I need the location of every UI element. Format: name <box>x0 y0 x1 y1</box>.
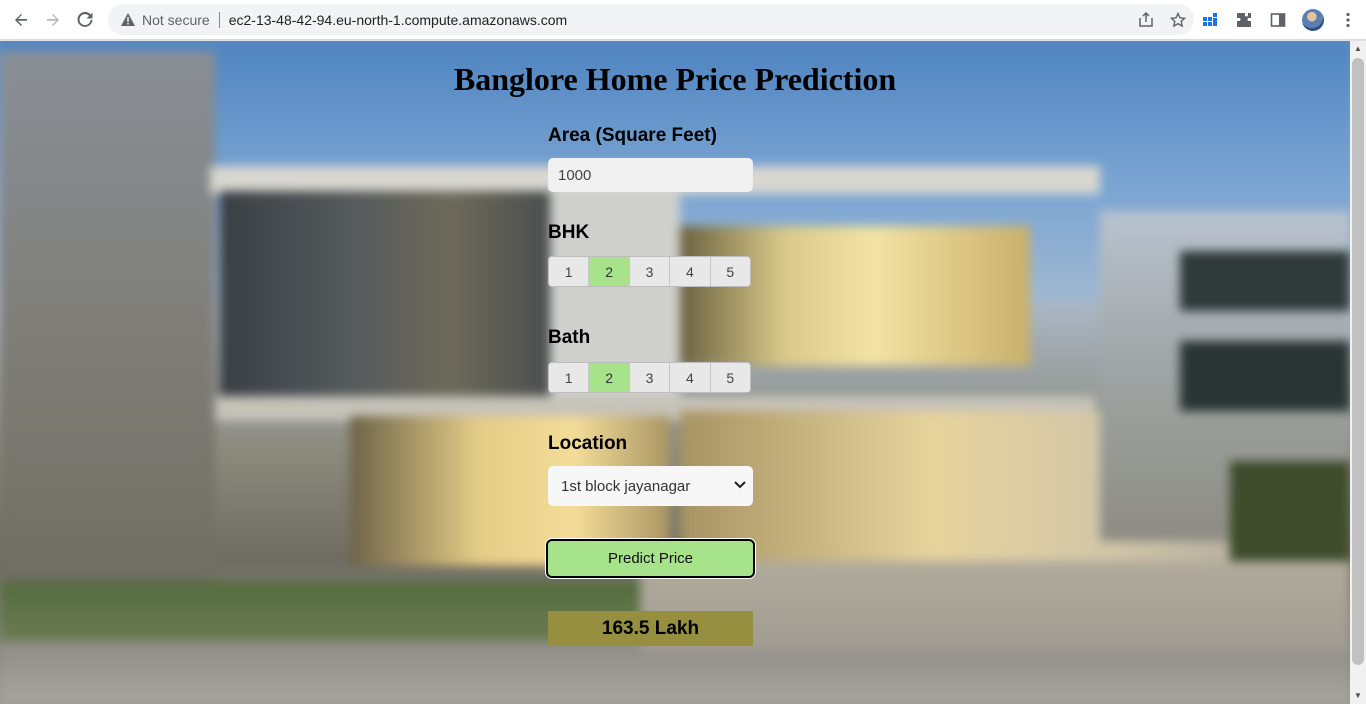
scroll-down-arrow-icon[interactable]: ▼ <box>1353 691 1363 701</box>
chevron-down-icon <box>733 478 747 492</box>
predict-price-button[interactable]: Predict Price <box>546 539 755 578</box>
bhk-selector: 1 2 3 4 5 <box>548 256 751 287</box>
scroll-up-arrow-icon[interactable]: ▲ <box>1353 44 1363 54</box>
warning-icon <box>120 12 136 28</box>
profile-avatar[interactable] <box>1302 8 1324 31</box>
vertical-scrollbar[interactable]: ▲ ▼ <box>1350 41 1366 704</box>
location-select[interactable]: 1st block jayanagar <box>548 466 753 506</box>
bhk-option-5[interactable]: 5 <box>710 257 750 286</box>
extension-grid-icon[interactable] <box>1200 10 1220 30</box>
bath-option-3[interactable]: 3 <box>629 363 671 392</box>
location-label: Location <box>548 433 628 454</box>
prediction-result: 163.5 Lakh <box>548 611 753 646</box>
share-icon[interactable] <box>1136 10 1156 30</box>
bookmark-star-icon[interactable] <box>1168 10 1188 30</box>
url-text[interactable]: ec2-13-48-42-94.eu-north-1.compute.amazo… <box>229 12 568 28</box>
bhk-option-3[interactable]: 3 <box>629 257 671 286</box>
page-title: Banglore Home Price Prediction <box>453 61 897 97</box>
security-label[interactable]: Not secure <box>142 12 210 28</box>
address-bar[interactable]: Not secure ec2-13-48-42-94.eu-north-1.co… <box>108 4 1194 35</box>
bath-label: Bath <box>548 327 591 348</box>
extensions-puzzle-icon[interactable] <box>1234 10 1254 30</box>
bhk-label: BHK <box>548 222 590 243</box>
bhk-option-1[interactable]: 1 <box>549 257 590 286</box>
location-selected-value: 1st block jayanagar <box>561 477 691 495</box>
bath-selector: 1 2 3 4 5 <box>548 362 751 393</box>
area-input[interactable]: 1000 <box>548 158 753 192</box>
menu-kebab-icon[interactable] <box>1338 10 1358 30</box>
page-viewport: Banglore Home Price Prediction Area (Squ… <box>0 41 1350 704</box>
bhk-option-2[interactable]: 2 <box>589 257 630 286</box>
bath-option-4[interactable]: 4 <box>670 363 711 392</box>
back-icon[interactable] <box>5 4 37 36</box>
bath-option-1[interactable]: 1 <box>549 363 590 392</box>
area-label: Area (Square Feet) <box>548 125 717 146</box>
divider <box>218 11 220 28</box>
scroll-thumb[interactable] <box>1352 58 1364 665</box>
bath-option-5[interactable]: 5 <box>710 363 750 392</box>
side-panel-icon[interactable] <box>1268 10 1288 30</box>
reload-icon[interactable] <box>69 4 101 36</box>
bath-option-2[interactable]: 2 <box>589 363 630 392</box>
bhk-option-4[interactable]: 4 <box>670 257 711 286</box>
browser-toolbar: Not secure ec2-13-48-42-94.eu-north-1.co… <box>0 0 1366 40</box>
forward-icon[interactable] <box>37 4 69 36</box>
